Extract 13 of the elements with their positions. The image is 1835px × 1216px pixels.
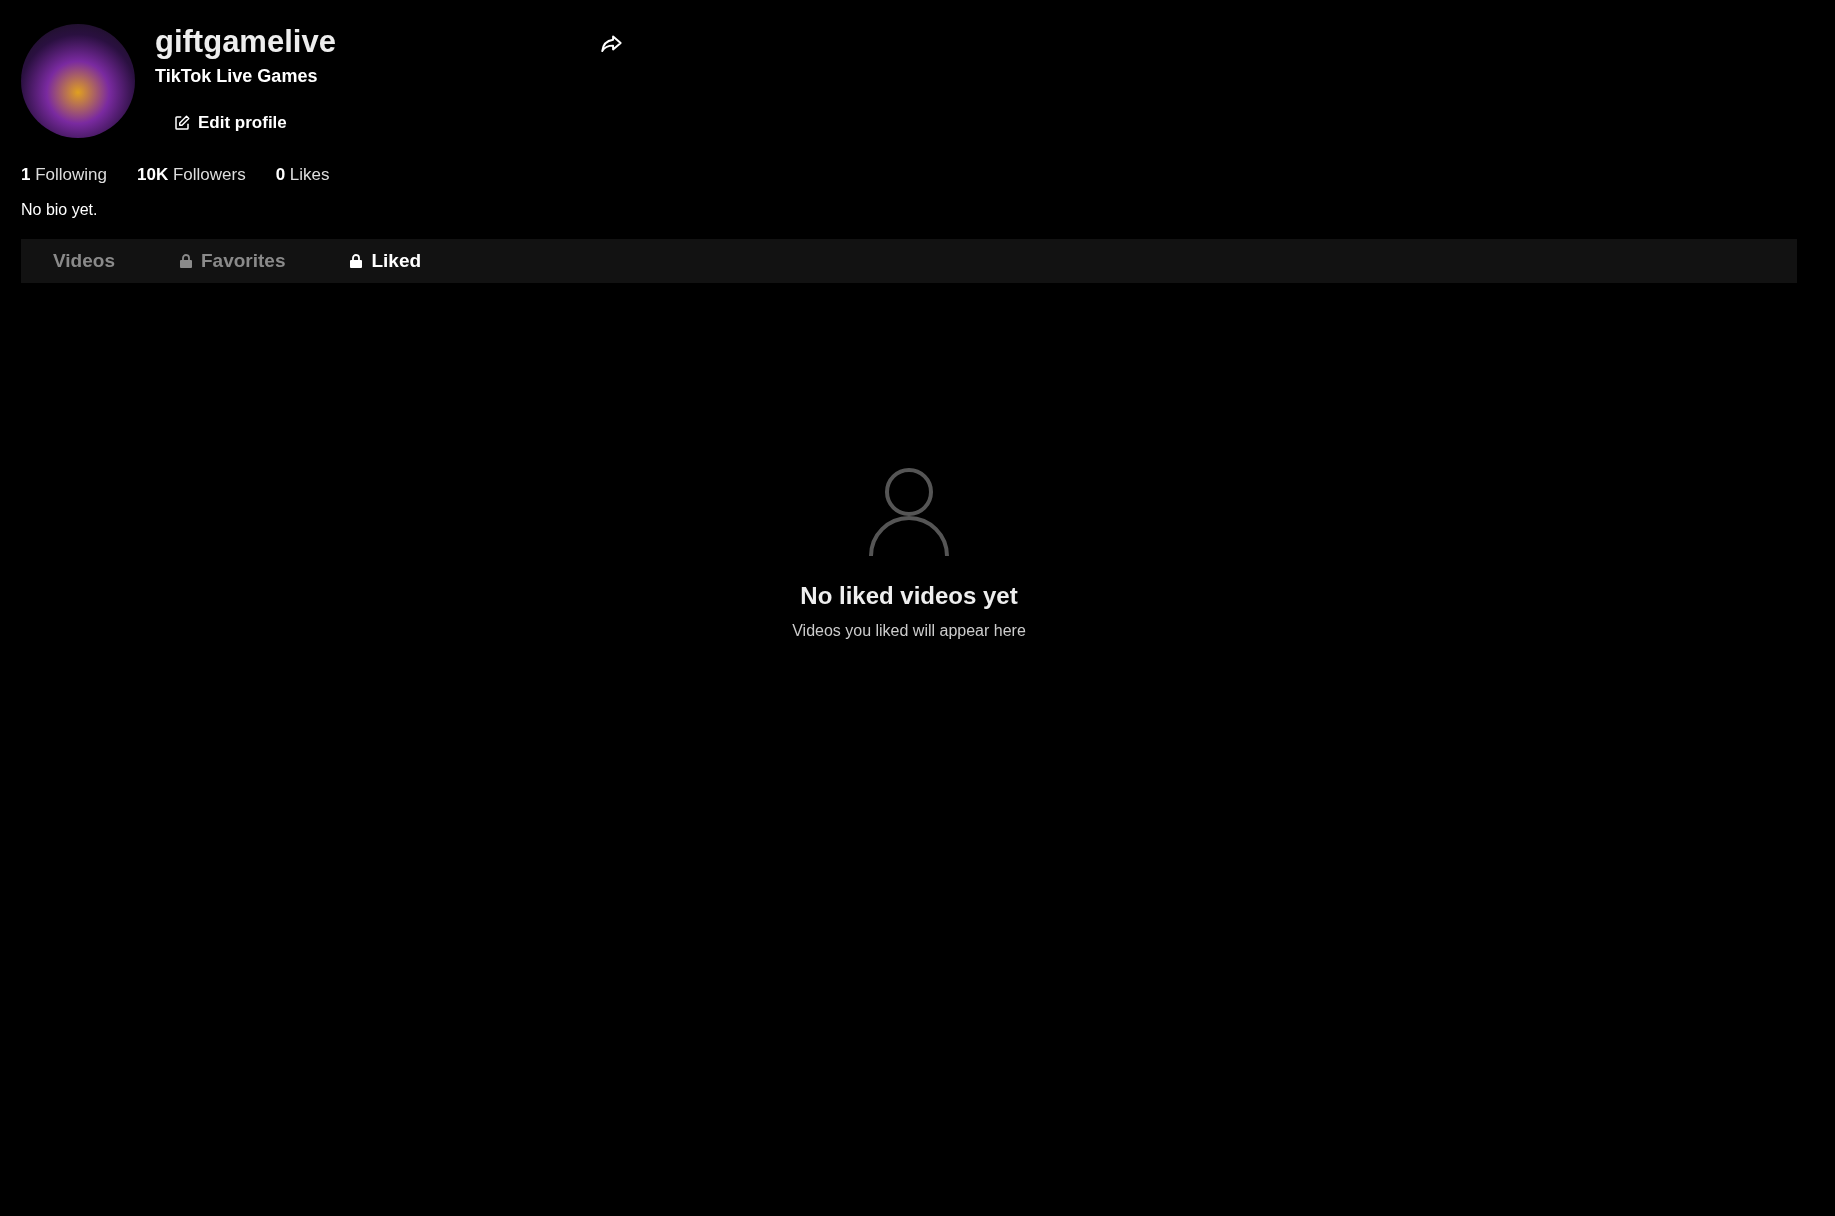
empty-message: Videos you liked will appear here xyxy=(792,622,1026,640)
person-icon xyxy=(869,468,949,558)
stat-text: 0 Likes xyxy=(275,165,330,185)
empty-title: No liked videos yet xyxy=(800,582,1018,610)
tab[interactable]: Videos xyxy=(53,250,115,272)
stat-text: 10K Followers xyxy=(137,165,246,185)
tab[interactable]: Liked xyxy=(349,250,422,272)
stat-text: 1 Following xyxy=(21,165,107,185)
tab[interactable]: Favorites xyxy=(178,250,286,272)
username: giftgamelive xyxy=(155,24,336,60)
display-name: TikTok Live Games xyxy=(155,66,319,87)
bio-text: No bio yet. xyxy=(21,201,99,219)
edit-icon xyxy=(173,114,191,132)
